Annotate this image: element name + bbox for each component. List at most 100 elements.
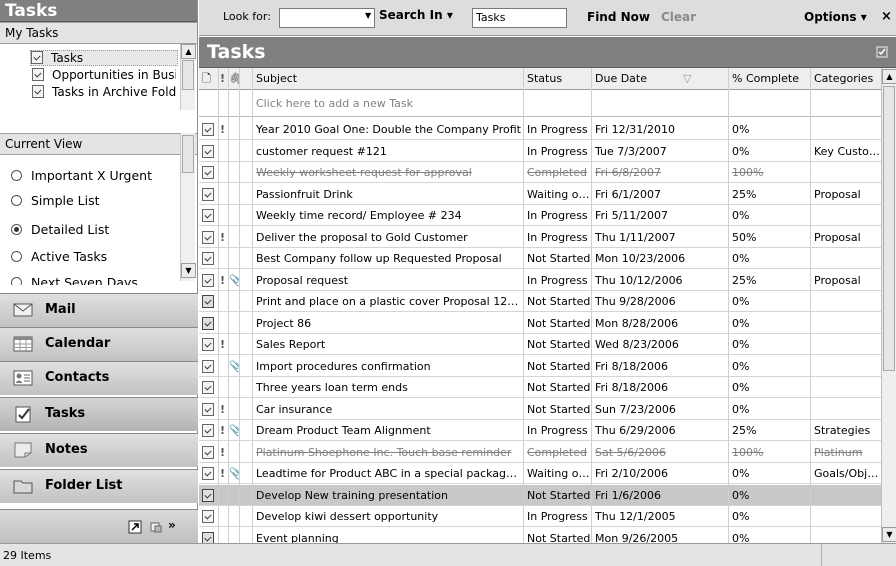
view-detailed-list[interactable]: Detailed List <box>11 222 109 237</box>
chevron-right-icon[interactable]: » <box>168 518 176 532</box>
scroll-down-icon[interactable]: ▼ <box>882 527 896 542</box>
shortcuts-icon[interactable] <box>128 520 142 534</box>
task-type-icon <box>199 291 218 312</box>
clear-button[interactable]: Clear <box>661 10 696 24</box>
task-row[interactable]: Develop kiwi dessert opportunity In Progr… <box>199 506 881 527</box>
task-row[interactable]: 📎 Import procedures confirmation Not Start… <box>199 356 881 377</box>
my-tasks-header[interactable]: My Tasks <box>0 22 197 44</box>
assigned-task-icon <box>202 316 214 330</box>
nav-button-notes[interactable]: Notes <box>0 433 198 467</box>
task-row[interactable]: Project 86 Not Started Mon 8/28/2006 0% <box>199 313 881 334</box>
look-for-dropdown-icon[interactable]: ▼ <box>365 11 371 20</box>
scroll-thumb[interactable] <box>182 135 194 173</box>
view-next-seven-days[interactable]: Next Seven Days <box>11 275 138 285</box>
options-button[interactable]: Options ▾ <box>804 10 867 24</box>
task-row[interactable]: ! Deliver the proposal to Gold Customer In… <box>199 227 881 248</box>
task-row[interactable]: ! Year 2010 Goal One: Double the Company … <box>199 119 881 140</box>
task-subject[interactable]: Deliver the proposal to Gold Customer <box>252 227 523 248</box>
radio-icon[interactable] <box>11 195 22 206</box>
column-icon-header[interactable]: 🗋 <box>199 68 218 89</box>
task-icon <box>202 338 214 351</box>
radio-icon[interactable] <box>11 251 22 262</box>
task-subject[interactable]: Leadtime for Product ABC in a special pa… <box>252 463 523 484</box>
task-row[interactable]: !📎 Proposal request In Progress Thu 10/12/2… <box>199 270 881 291</box>
view-simple-list[interactable]: Simple List <box>11 193 100 208</box>
column-percent-complete-header[interactable]: % Complete <box>728 68 810 89</box>
task-row[interactable]: Best Company follow up Requested Proposa… <box>199 248 881 269</box>
task-subject[interactable]: Import procedures confirmation <box>252 356 523 377</box>
task-categories <box>810 334 881 355</box>
task-subject[interactable]: Project 86 <box>252 313 523 334</box>
task-subject[interactable]: Year 2010 Goal One: Double the Company P… <box>252 119 523 140</box>
task-status: In Progress <box>527 209 588 222</box>
my-task-archive[interactable]: Tasks in Archive Folders <box>32 85 176 101</box>
scroll-up-icon[interactable]: ▲ <box>882 69 896 84</box>
task-row[interactable]: Passionfruit Drink Waiting on someone els… <box>199 184 881 205</box>
task-subject[interactable]: Develop New training presentation <box>252 485 523 506</box>
nav-button-mail[interactable]: Mail <box>0 293 198 327</box>
task-table-scrollbar[interactable]: ▲ ▼ <box>881 68 896 543</box>
task-row[interactable]: customer request #121 In Progress Tue 7/3/… <box>199 141 881 162</box>
column-categories-header[interactable]: Categories <box>810 68 881 89</box>
task-row[interactable]: Develop New training presentation Not Sta… <box>199 484 881 506</box>
attachment-icon <box>228 205 239 226</box>
task-subject[interactable]: Sales Report <box>252 334 523 355</box>
configure-buttons-icon[interactable] <box>149 520 163 534</box>
task-subject[interactable]: Event planning <box>252 528 523 544</box>
my-task-tasks[interactable]: Tasks <box>30 50 178 66</box>
column-subject-header[interactable]: Subject <box>252 68 523 89</box>
task-subject[interactable]: Platinum Shoephone Inc. Touch base remin… <box>252 442 523 463</box>
task-subject[interactable]: Develop kiwi dessert opportunity <box>252 506 523 527</box>
task-due-date: Thu 9/28/2006 <box>595 295 676 308</box>
column-attachment-header[interactable]: 🖇 <box>228 68 239 89</box>
task-row[interactable]: Print and place on a plastic cover Propo… <box>199 291 881 312</box>
radio-selected-icon[interactable] <box>11 224 22 235</box>
task-subject[interactable]: Print and place on a plastic cover Propo… <box>252 291 523 312</box>
scroll-down-icon[interactable]: ▼ <box>181 263 196 278</box>
task-subject[interactable]: Best Company follow up Requested Proposa… <box>252 248 523 269</box>
task-row[interactable]: Three years loan term ends Not Started Fri… <box>199 377 881 398</box>
task-subject[interactable]: customer request #121 <box>252 141 523 162</box>
scroll-thumb[interactable] <box>182 60 194 90</box>
task-subject[interactable]: Three years loan term ends <box>252 377 523 398</box>
task-type-icon <box>199 184 218 205</box>
look-for-input[interactable] <box>279 8 375 28</box>
task-row[interactable]: !📎 Dream Product Team Alignment In Progres… <box>199 420 881 441</box>
find-now-button[interactable]: Find Now <box>587 10 650 24</box>
column-status-header[interactable]: Status <box>523 68 591 89</box>
radio-icon[interactable] <box>11 170 22 181</box>
close-icon[interactable]: × <box>881 9 892 24</box>
scroll-up-icon[interactable]: ▲ <box>181 44 196 59</box>
nav-button-calendar[interactable]: Calendar <box>0 327 198 361</box>
task-subject[interactable]: Weekly worksheet request for approval <box>252 162 523 183</box>
my-tasks-scrollbar[interactable]: ▲ <box>180 44 196 110</box>
scroll-thumb[interactable] <box>883 86 895 371</box>
task-subject[interactable]: Car insurance <box>252 399 523 420</box>
column-importance-header[interactable]: ! <box>218 68 228 89</box>
task-row[interactable]: ! Platinum Shoephone Inc. Touch base remi… <box>199 442 881 463</box>
view-active-tasks[interactable]: Active Tasks <box>11 249 107 264</box>
new-task-placeholder[interactable]: Click here to add a new Task <box>252 91 752 112</box>
view-important-urgent[interactable]: Important X Urgent <box>11 168 152 183</box>
task-subject[interactable]: Passionfruit Drink <box>252 184 523 205</box>
radio-icon[interactable] <box>11 277 22 285</box>
new-task-row[interactable]: Click here to add a new Task <box>199 91 881 117</box>
task-row[interactable]: !📎 Leadtime for Product ABC in a special … <box>199 463 881 484</box>
column-due-date-header[interactable]: Due Date ▽ <box>591 68 728 89</box>
task-row[interactable]: Event planning Not Started Mon 9/26/2005 0% <box>199 528 881 544</box>
task-row[interactable]: Weekly worksheet request for approval Com… <box>199 162 881 183</box>
task-subject[interactable]: Weekly time record/ Employee # 234 <box>252 205 523 226</box>
my-task-opportunities[interactable]: Opportunities in Business Contact Manage… <box>32 68 176 84</box>
task-row[interactable]: ! Sales Report Not Started Wed 8/23/2006 0% <box>199 334 881 355</box>
nav-button-contacts[interactable]: Contacts <box>0 361 198 395</box>
importance-high-icon <box>218 162 228 183</box>
search-in-button[interactable]: Search In ▾ <box>379 8 453 22</box>
importance-high-icon <box>218 313 228 334</box>
task-subject[interactable]: Proposal request <box>252 270 523 291</box>
task-subject[interactable]: Dream Product Team Alignment <box>252 420 523 441</box>
nav-button-tasks[interactable]: Tasks <box>0 397 198 431</box>
task-row[interactable]: Weekly time record/ Employee # 234 In Pro… <box>199 205 881 226</box>
current-view-scrollbar[interactable]: ▼ <box>180 133 196 281</box>
nav-button-folder-list[interactable]: Folder List <box>0 469 198 503</box>
task-row[interactable]: ! Car insurance Not Started Sun 7/23/2006 0% <box>199 399 881 420</box>
